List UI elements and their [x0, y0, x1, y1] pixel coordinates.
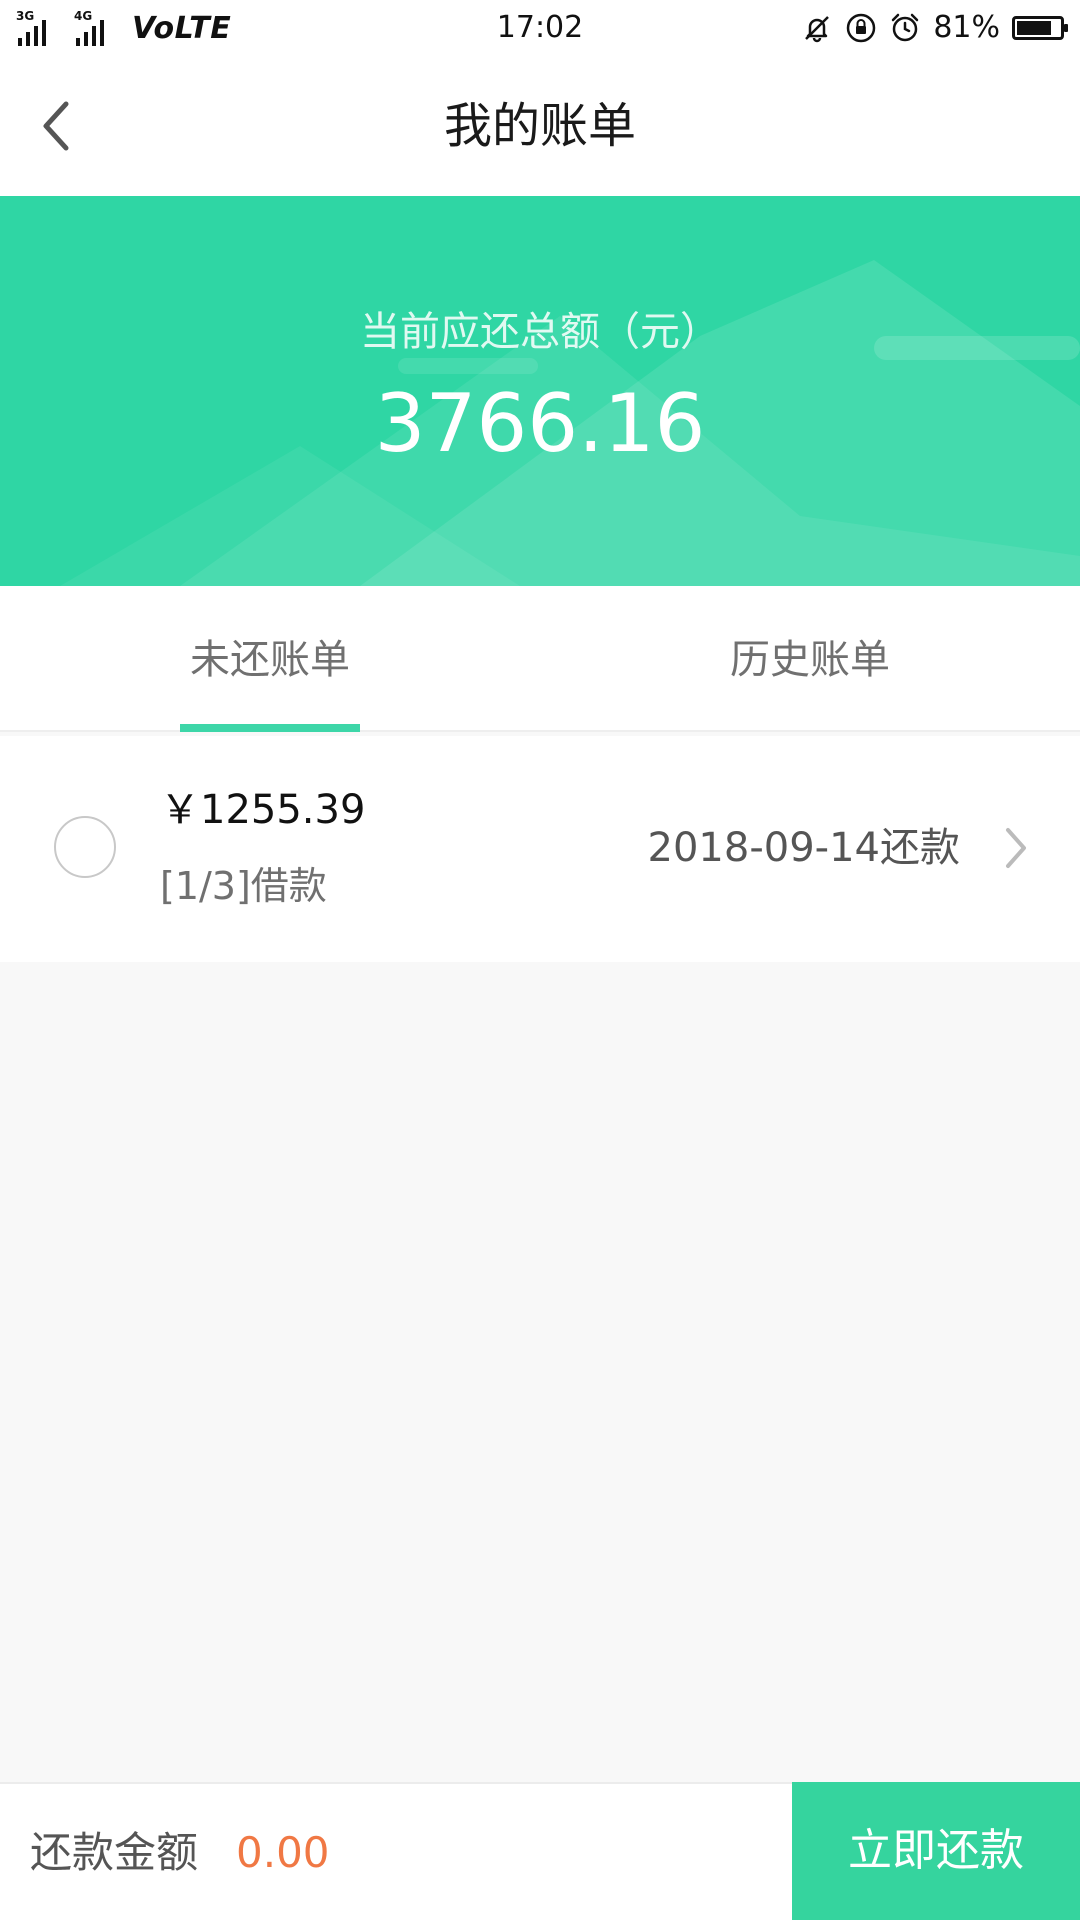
bill-due-date: 2018-09-14还款 [647, 825, 960, 871]
tab-unpaid-label: 未还账单 [190, 637, 350, 683]
summary-banner: 当前应还总额（元） 3766.16 [0, 196, 1080, 586]
battery-percentage: 81% [933, 10, 1000, 45]
status-bar: 3G 4G VoLTE 17:02 81% [0, 0, 1080, 56]
rotation-lock-icon [847, 13, 876, 43]
tab-unpaid-bills[interactable]: 未还账单 [0, 586, 540, 732]
system-indicators: 81% [801, 8, 1068, 48]
tab-history-label: 历史账单 [730, 637, 890, 683]
bill-tabs: 未还账单 历史账单 [0, 586, 1080, 732]
bill-installment-desc: [1/3]借款 [160, 864, 327, 908]
app-header: 我的账单 [0, 56, 1080, 196]
battery-icon [1012, 16, 1068, 40]
alarm-icon [892, 13, 919, 42]
total-due-label: 当前应还总额（元） [360, 309, 720, 355]
bill-select-radio[interactable] [54, 816, 116, 878]
mute-bell-icon [805, 16, 830, 43]
repay-amount-label: 还款金额 [30, 1828, 199, 1877]
payment-footer: 还款金额 0.00 立即还款 [0, 1782, 1080, 1920]
tab-history-bills[interactable]: 历史账单 [540, 586, 1080, 732]
total-due-amount: 3766.16 [374, 377, 706, 470]
repay-amount-value: 0.00 [236, 1828, 330, 1877]
active-tab-indicator [180, 724, 360, 732]
bill-list-item[interactable]: ￥1255.39 [1/3]借款 2018-09-14还款 [0, 736, 1080, 962]
bill-page: 3G 4G VoLTE 17:02 81% 我的账单 当前应还总额（元） 376… [0, 0, 1080, 1920]
page-title: 我的账单 [443, 98, 636, 154]
pay-now-button[interactable]: 立即还款 [792, 1782, 1080, 1920]
chevron-right-icon [1006, 828, 1026, 868]
bill-amount: ￥1255.39 [160, 787, 366, 833]
bill-list: ￥1255.39 [1/3]借款 2018-09-14还款 [0, 736, 1080, 962]
